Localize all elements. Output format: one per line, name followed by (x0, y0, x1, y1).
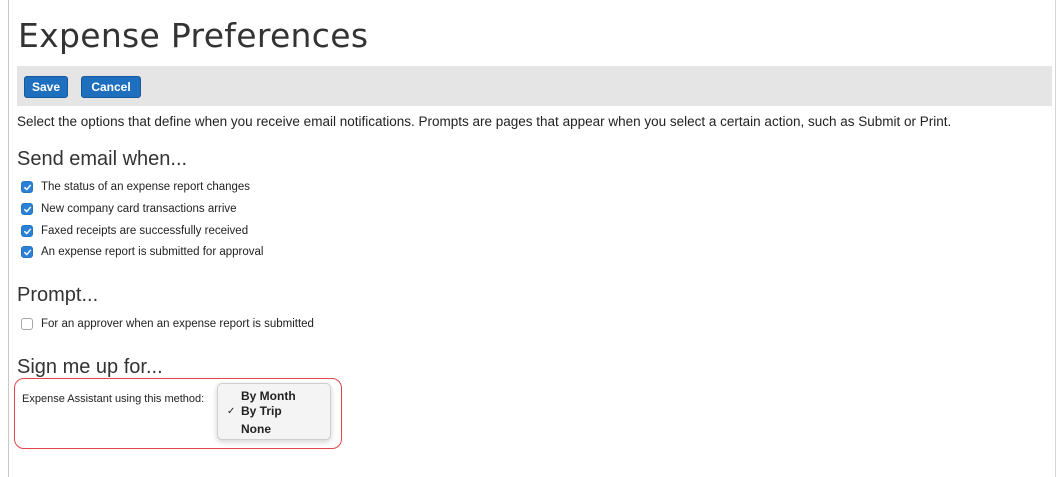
email-option-card-transactions[interactable]: New company card transactions arrive (21, 201, 237, 217)
method-dropdown-menu[interactable]: By Month ✓ By Trip None (217, 383, 331, 440)
cancel-button[interactable]: Cancel (81, 76, 141, 98)
checkbox-checked-icon[interactable] (21, 181, 33, 193)
menu-item-by-trip[interactable]: ✓ By Trip (218, 403, 330, 419)
email-option-submitted-for-approval[interactable]: An expense report is submitted for appro… (21, 244, 263, 260)
checkmark-icon: ✓ (227, 405, 236, 417)
checkbox-checked-icon[interactable] (21, 203, 33, 215)
toolbar: Save Cancel (17, 66, 1052, 106)
email-option-status-change[interactable]: The status of an expense report changes (21, 179, 250, 195)
prompt-option-approver[interactable]: For an approver when an expense report i… (21, 316, 314, 332)
menu-item-by-month[interactable]: By Month (218, 388, 330, 404)
checkbox-checked-icon[interactable] (21, 246, 33, 258)
option-label: The status of an expense report changes (41, 181, 251, 193)
option-label: Faxed receipts are successfully received (41, 225, 249, 237)
option-label: New company card transactions arrive (41, 203, 237, 215)
save-button[interactable]: Save (24, 76, 68, 98)
prompt-heading: Prompt... (17, 284, 99, 306)
expense-assistant-label: Expense Assistant using this method: (22, 393, 205, 405)
right-frame-border (1055, 0, 1056, 477)
checkbox-unchecked-icon[interactable] (21, 318, 33, 330)
page-title: Expense Preferences (18, 16, 369, 55)
sign-up-heading: Sign me up for... (17, 356, 163, 378)
intro-text: Select the options that define when you … (17, 114, 952, 129)
checkbox-checked-icon[interactable] (21, 225, 33, 237)
send-email-heading: Send email when... (17, 148, 188, 170)
option-label: An expense report is submitted for appro… (41, 246, 264, 258)
option-label: For an approver when an expense report i… (41, 318, 314, 330)
menu-item-none[interactable]: None (218, 421, 330, 437)
left-frame-border (8, 0, 9, 477)
email-option-faxed-receipts[interactable]: Faxed receipts are successfully received (21, 223, 248, 239)
